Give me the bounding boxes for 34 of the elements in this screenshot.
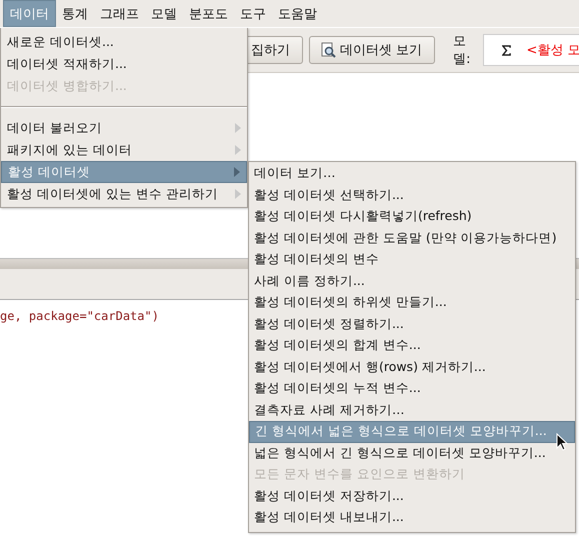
submenu-arrow-icon <box>235 189 241 199</box>
menu-item[interactable]: 패키지에 있는 데이터 <box>1 139 247 161</box>
menu-item[interactable]: 데이터 불러오기 <box>1 117 247 139</box>
menu-item[interactable]: 사례 이름 정하기... <box>249 270 575 292</box>
menu-item[interactable]: 활성 데이터셋의 하위셋 만들기... <box>249 292 575 314</box>
menu-item[interactable]: 데이터 보기… <box>249 163 575 184</box>
model-label: 모델: <box>453 33 471 68</box>
menu-item[interactable]: 활성 데이터셋 저장하기... <box>249 486 575 507</box>
document-search-icon <box>320 42 336 58</box>
menu-item[interactable]: 활성 데이터셋에 있는 변수 관리하기 <box>1 183 247 205</box>
mouse-pointer-icon <box>556 433 568 451</box>
menu-title[interactable]: 분포도 <box>183 0 234 27</box>
menu-item[interactable]: 활성 데이터셋의 합계 변수... <box>249 335 575 356</box>
menu-item[interactable]: 활성 데이터셋 정렬하기... <box>249 314 575 335</box>
submenu-arrow-icon <box>234 167 240 177</box>
menu-title[interactable]: 그래프 <box>94 0 145 27</box>
menu-item[interactable]: 활성 데이터셋의 누적 변수... <box>249 378 575 400</box>
menu-item[interactable]: 활성 데이터셋 내보내기... <box>249 507 575 528</box>
menu-item[interactable]: 넓은 형식에서 긴 형식으로 데이터셋 모양바꾸기... <box>249 442 575 464</box>
menu-item[interactable]: 활성 데이터셋에 관한 도움말 (만약 이용가능하다면) <box>249 228 575 249</box>
menu-item[interactable]: 활성 데이터셋 다시활력넣기(refresh) <box>249 206 575 228</box>
menu-title[interactable]: 통계 <box>56 0 94 27</box>
toolbar-button[interactable]: 데이터셋 보기 <box>309 36 436 64</box>
submenu-arrow-icon <box>235 145 241 155</box>
menu-title[interactable]: 도구 <box>234 0 272 27</box>
menu-item[interactable]: 활성 데이터셋의 변수 <box>249 249 575 270</box>
menu-item[interactable]: 활성 데이터셋에서 행(rows) 제거하기... <box>249 356 575 378</box>
sigma-icon <box>502 44 511 56</box>
submenu-arrow-icon <box>235 123 241 133</box>
menu-item[interactable]: 활성 데이터셋 선택하기... <box>249 184 575 206</box>
script-text: ge, package="carData") <box>0 309 159 323</box>
menu-title[interactable]: 도움말 <box>272 0 323 27</box>
menu-item[interactable]: 결측자료 사례 제거하기… <box>249 400 575 421</box>
menu-title[interactable]: 모델 <box>145 0 183 27</box>
